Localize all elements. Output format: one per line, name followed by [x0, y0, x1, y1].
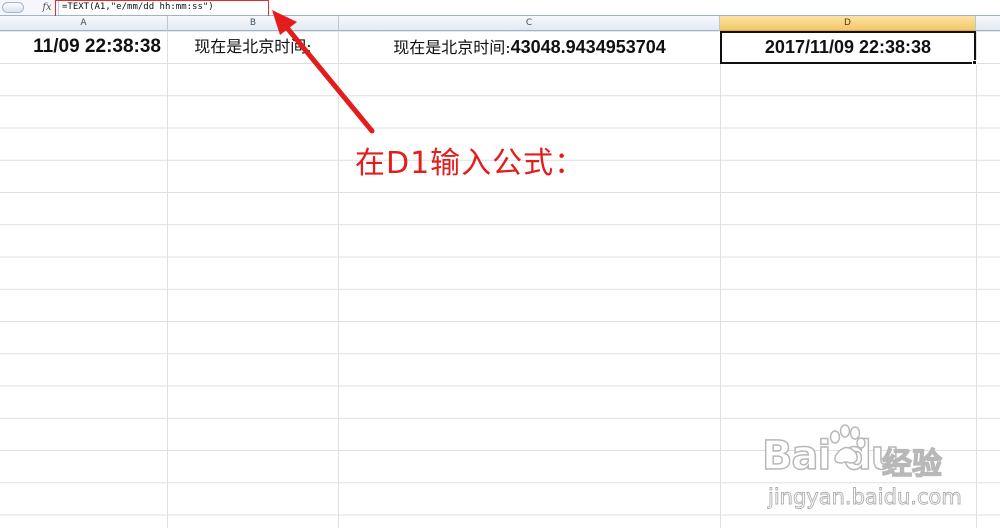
column-header-d[interactable]: D [720, 16, 976, 31]
cell-d1-selected[interactable]: 2017/11/09 22:38:38 [720, 31, 976, 64]
column-header-b[interactable]: B [168, 16, 339, 31]
function-icon[interactable]: fx [40, 0, 54, 15]
annotation-text: 在D1输入公式： [355, 146, 586, 181]
column-divider [167, 31, 168, 528]
column-header-a[interactable]: A [0, 16, 168, 31]
column-header-e[interactable] [976, 16, 1000, 31]
cell-c1-number: 43048.9434953704 [510, 37, 666, 57]
fill-handle[interactable] [972, 60, 977, 65]
watermark-url: jingyan.baidu.com [768, 485, 963, 510]
name-box-toggle-button[interactable] [2, 2, 24, 13]
cell-a1-value: 11/09 22:38:38 [33, 36, 161, 57]
cell-c1[interactable]: 现在是北京时间:43048.9434953704 [339, 31, 720, 63]
column-divider [338, 31, 339, 528]
column-divider [720, 31, 721, 528]
baidu-jingyan-watermark: Bai du 经验 jingyan.baidu.com [761, 424, 992, 525]
cell-c1-prefix: 现在是北京时间: [393, 38, 511, 57]
paw-icon [829, 424, 866, 464]
cell-b1[interactable]: 现在是北京时间: [168, 31, 338, 63]
column-header-row: A B C D [0, 16, 1000, 31]
column-header-c[interactable]: C [339, 16, 720, 31]
cell-a1[interactable]: 11/09 22:38:38 [0, 31, 167, 63]
jingyan-brand-text: 经验 [881, 446, 942, 482]
